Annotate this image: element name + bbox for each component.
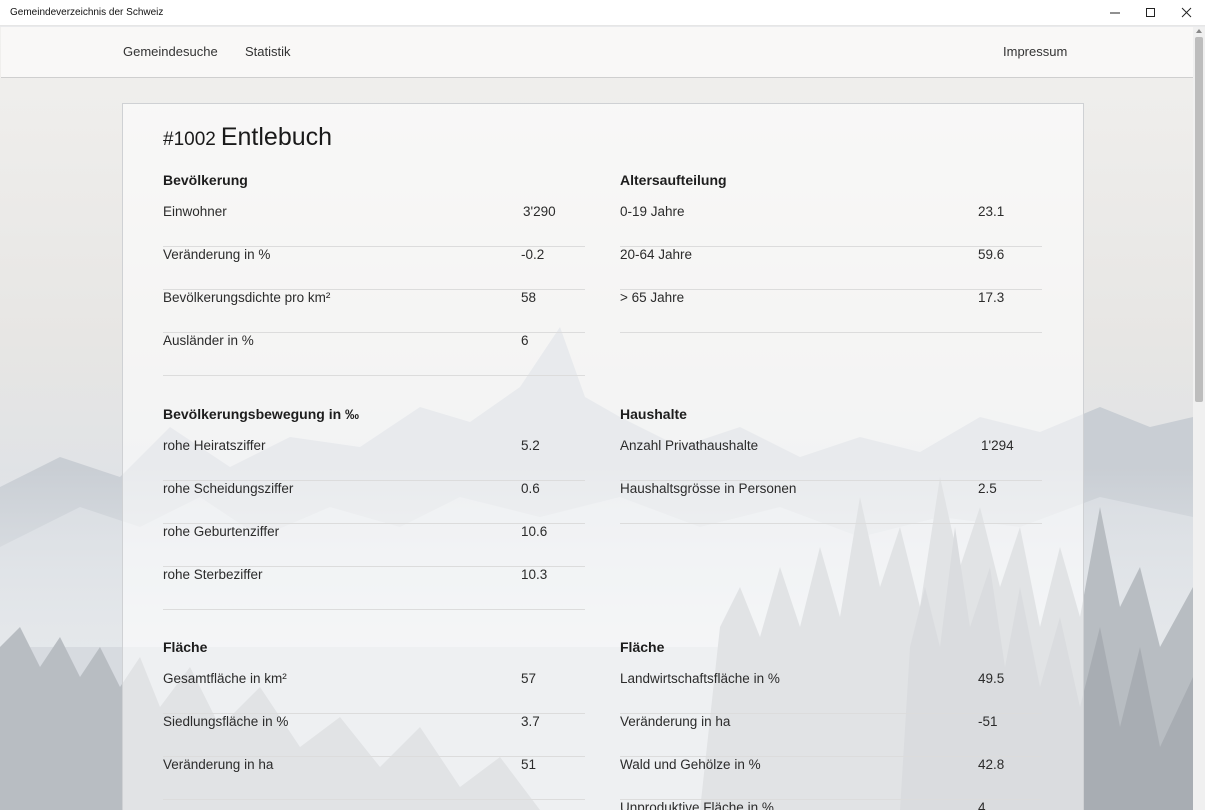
row-value: 51	[521, 757, 537, 772]
row-value: 59.6	[978, 247, 1005, 262]
row-value: 23.1	[978, 204, 1005, 219]
row-value: 6	[521, 333, 529, 348]
vertical-scrollbar[interactable]	[1193, 27, 1205, 810]
table-row: Siedlungsfläche in % 3.7	[163, 714, 585, 757]
maximize-icon	[1146, 7, 1155, 17]
row-label: rohe Sterbeziffer	[163, 567, 263, 582]
row-value: 57	[521, 671, 537, 686]
scroll-up-arrow-icon[interactable]	[1196, 29, 1202, 33]
row-value: 10.6	[521, 524, 548, 539]
close-button[interactable]	[1169, 0, 1205, 26]
row-label: Ausländer in %	[163, 333, 254, 348]
table-row: rohe Scheidungsziffer 0.6	[163, 481, 585, 524]
table-row: > 65 Jahre 17.3	[620, 290, 1042, 333]
row-value: 2.5	[978, 481, 997, 496]
municipality-detail-card: #1002 Entlebuch Bevölkerung Einwohner 3'2…	[122, 103, 1084, 810]
row-value: 3'290	[523, 204, 556, 219]
table-row: Veränderung in ha -51	[620, 714, 1042, 757]
section-title-haushalte: Haushalte	[620, 406, 687, 422]
row-label: > 65 Jahre	[620, 290, 685, 305]
table-row: Ausländer in % 6	[163, 333, 585, 376]
row-value: -51	[978, 714, 998, 729]
maximize-button[interactable]	[1133, 0, 1169, 26]
row-label: Bevölkerungsdichte pro km²	[163, 290, 331, 305]
table-row: Gesamtfläche in km² 57	[163, 671, 585, 714]
table-row: Veränderung in % -0.2	[163, 247, 585, 290]
table-row: rohe Geburtenziffer 10.6	[163, 524, 585, 567]
nav-impressum[interactable]: Impressum	[1003, 44, 1067, 59]
nav-gemeindesuche[interactable]: Gemeindesuche	[123, 44, 218, 59]
minimize-icon	[1110, 12, 1120, 13]
nav-statistik[interactable]: Statistik	[245, 44, 291, 59]
row-label: Gesamtfläche in km²	[163, 671, 287, 686]
row-label: Veränderung in ha	[620, 714, 731, 729]
municipality-number: #1002	[163, 129, 216, 150]
close-icon	[1181, 7, 1192, 17]
row-label: rohe Scheidungsziffer	[163, 481, 294, 496]
row-label: Siedlungsfläche in %	[163, 714, 289, 729]
section-title-altersaufteilung: Altersaufteilung	[620, 172, 727, 188]
table-row: rohe Heiratsziffer 5.2	[163, 438, 585, 481]
table-row: Wald und Gehölze in % 42.8	[620, 757, 1042, 800]
table-row: Veränderung in ha 51	[163, 757, 585, 800]
table-row: Bevölkerungsdichte pro km² 58	[163, 290, 585, 333]
municipality-name: Entlebuch	[220, 123, 333, 151]
row-label: 20-64 Jahre	[620, 247, 693, 262]
table-row: rohe Sterbeziffer 10.3	[163, 567, 585, 610]
row-label: Landwirtschaftsfläche in %	[620, 671, 780, 686]
table-row: Landwirtschaftsfläche in % 49.5	[620, 671, 1042, 714]
row-label: Veränderung in ha	[163, 757, 274, 772]
window-titlebar: Gemeindeverzeichnis der Schweiz	[0, 0, 1205, 26]
row-label: Haushaltsgrösse in Personen	[620, 481, 797, 496]
row-value: 5.2	[521, 438, 540, 453]
window-title: Gemeindeverzeichnis der Schweiz	[10, 7, 164, 18]
row-value: 0.6	[521, 481, 540, 496]
section-title-flaeche-right: Fläche	[620, 639, 665, 655]
row-value: 1'294	[981, 438, 1014, 453]
row-value: 58	[521, 290, 537, 305]
top-navigation: Gemeindesuche Statistik Impressum	[1, 27, 1193, 78]
table-row: 20-64 Jahre 59.6	[620, 247, 1042, 290]
row-value: 10.3	[521, 567, 548, 582]
row-value: 17.3	[978, 290, 1005, 305]
row-label: Wald und Gehölze in %	[620, 757, 761, 772]
row-label: Einwohner	[163, 204, 227, 219]
row-value: 4	[978, 800, 986, 810]
row-label: rohe Geburtenziffer	[163, 524, 280, 539]
page-title: #1002 Entlebuch	[163, 123, 332, 152]
row-value: -0.2	[521, 247, 545, 262]
minimize-button[interactable]	[1097, 0, 1133, 26]
scrollbar-thumb[interactable]	[1195, 37, 1203, 402]
row-label: Unproduktive Fläche in %	[620, 800, 774, 810]
row-value: 42.8	[978, 757, 1005, 772]
table-row: Anzahl Privathaushalte 1'294	[620, 438, 1042, 481]
table-row: Einwohner 3'290	[163, 204, 585, 247]
row-label: 0-19 Jahre	[620, 204, 685, 219]
table-row: 0-19 Jahre 23.1	[620, 204, 1042, 247]
section-title-bevoelkerung: Bevölkerung	[163, 172, 248, 188]
row-label: Veränderung in %	[163, 247, 271, 262]
table-row: Haushaltsgrösse in Personen 2.5	[620, 481, 1042, 524]
row-label: Anzahl Privathaushalte	[620, 438, 759, 453]
table-row: Unproduktive Fläche in % 4	[620, 800, 1042, 810]
section-title-bevoelkerungsbewegung: Bevölkerungsbewegung in ‰	[163, 406, 360, 422]
row-label: rohe Heiratsziffer	[163, 438, 266, 453]
section-title-flaeche-left: Fläche	[163, 639, 208, 655]
row-value: 3.7	[521, 714, 540, 729]
row-value: 49.5	[978, 671, 1005, 686]
